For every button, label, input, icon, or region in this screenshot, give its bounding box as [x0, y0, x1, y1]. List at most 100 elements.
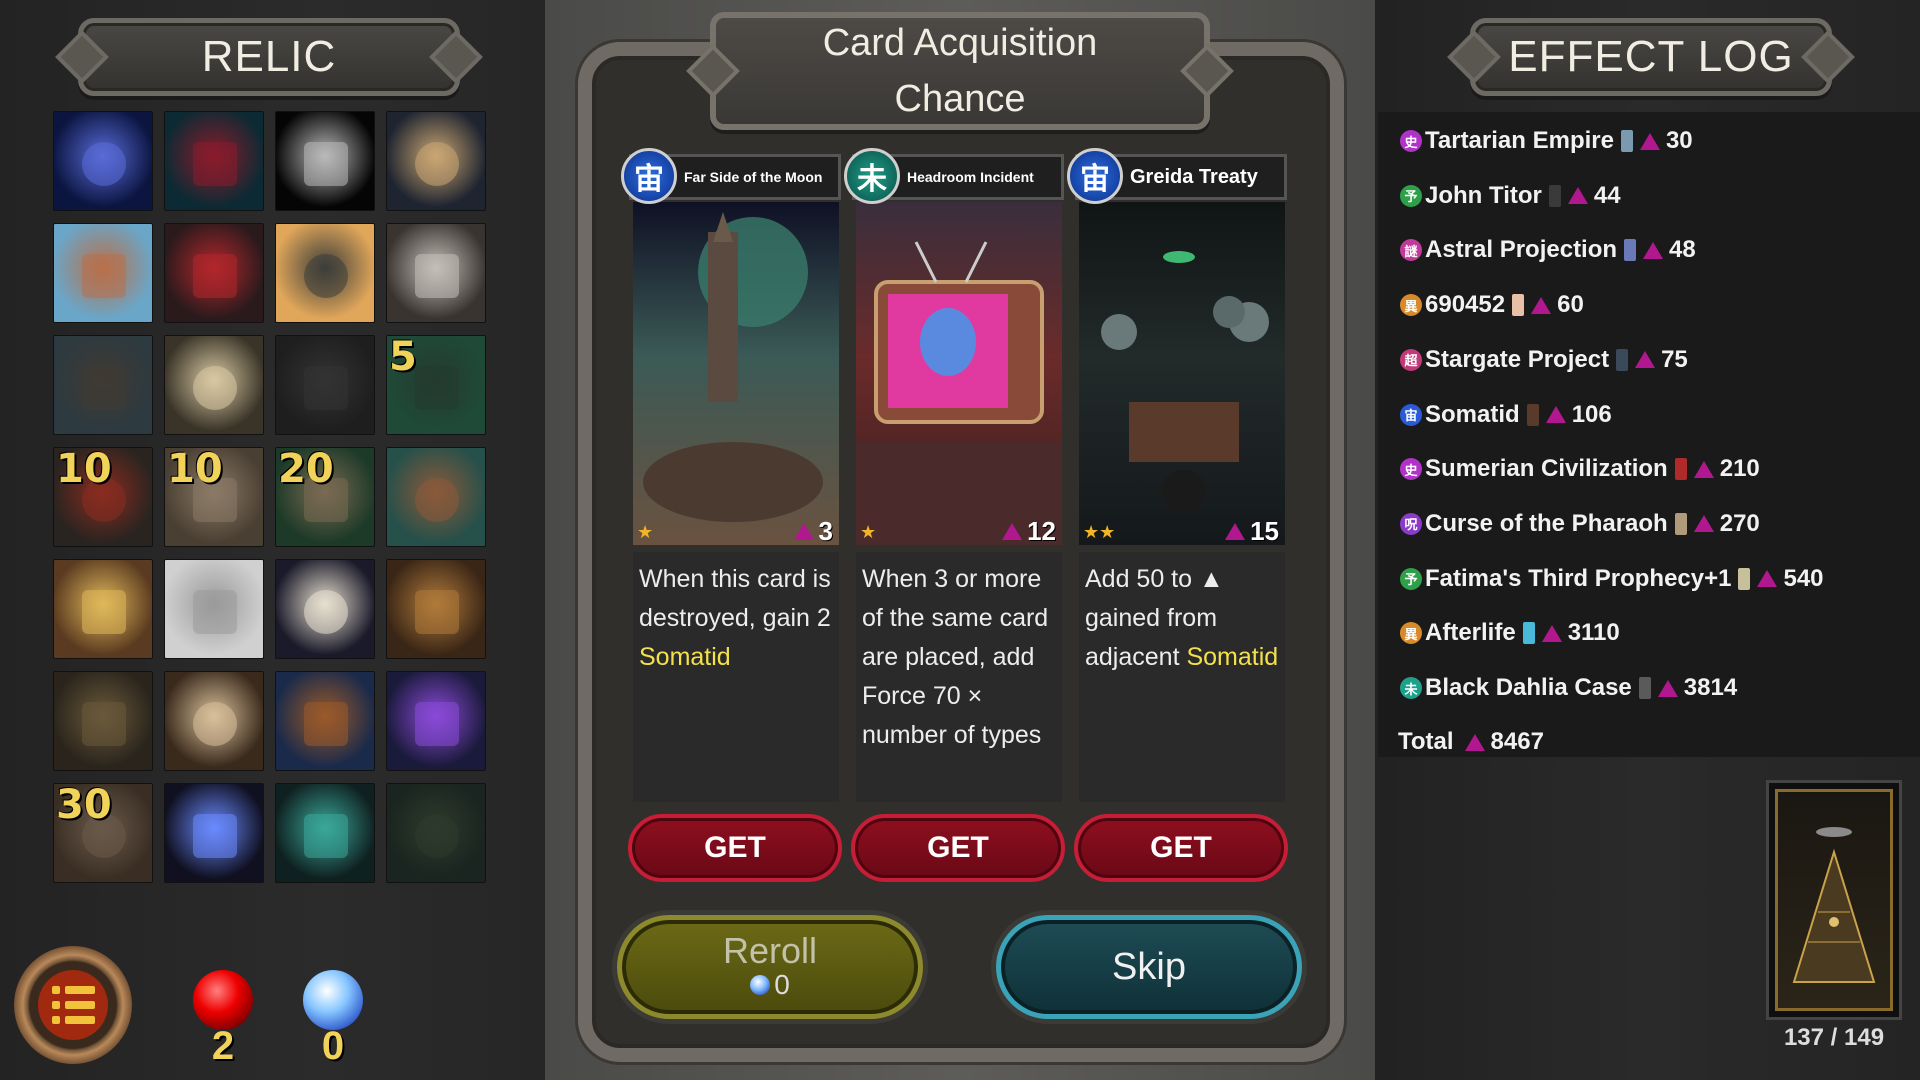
lightning-orb-relic-image [193, 814, 237, 858]
wooden-box-relic[interactable] [386, 559, 486, 659]
effect-log-entry: 呪 Curse of the Pharaoh 270 [1400, 504, 1760, 544]
category-icon: 予 [1400, 567, 1422, 590]
card-category-icon: 宙 [621, 148, 677, 204]
effect-name: Curse of the Pharaoh [1425, 509, 1668, 537]
scroll-relic[interactable] [164, 671, 264, 771]
parchment-relic-image [193, 366, 237, 410]
get-card-button[interactable]: GET [628, 814, 842, 882]
mooon-rock-relic[interactable] [164, 223, 264, 323]
girl-relic[interactable] [275, 559, 375, 659]
reroll-button[interactable]: Reroll 0 [617, 915, 923, 1019]
frog-box-relic[interactable] [53, 559, 153, 659]
camera-relic[interactable]: 30 [53, 783, 153, 883]
card-thumbnail-icon [1624, 239, 1637, 262]
relic-stack-count: 30 [56, 783, 112, 828]
serpent-relic[interactable] [386, 111, 486, 211]
altar-relic[interactable] [386, 223, 486, 323]
acquisition-title-line2: Chance [894, 78, 1026, 120]
metro-ticket-relic[interactable] [164, 559, 264, 659]
card-thumbnail-icon [1522, 622, 1535, 645]
category-icon: 異 [1400, 294, 1422, 317]
force-icon [793, 523, 814, 540]
effect-value: 3814 [1683, 674, 1738, 701]
category-icon: 呪 [1400, 512, 1422, 535]
lightning-orb-relic[interactable] [164, 783, 264, 883]
effect-name: Fatima's Third Prophecy+1 [1425, 564, 1732, 592]
card-name: Far Side of the Moon [684, 169, 823, 185]
card-choice[interactable]: 宙 Far Side of the Moon ★ 3 When this car… [621, 148, 841, 807]
menu-button[interactable] [14, 946, 132, 1064]
force-icon [1567, 187, 1588, 205]
vortex-relic[interactable] [386, 671, 486, 771]
force-icon [1657, 679, 1678, 697]
reroll-cost-value: 0 [774, 969, 790, 1000]
mooon-rock-relic-image [193, 254, 237, 298]
red-button-relic-image [304, 366, 348, 410]
effect-value: 270 [1719, 509, 1760, 537]
card-cost-value: 3 [818, 516, 833, 546]
card-description-text: When this card is destroyed, gain 2 [639, 565, 831, 632]
card-art [856, 202, 1062, 545]
force-icon [1635, 351, 1656, 369]
effect-value: 3110 [1567, 619, 1620, 647]
ruins-relic-image [304, 254, 348, 298]
card-art [633, 202, 839, 545]
effect-name: Stargate Project [1425, 345, 1610, 373]
effect-name: 690452 [1425, 291, 1506, 319]
card-choice[interactable]: 宙 Greida Treaty ★★ 15 Add 50 to ▲ gained… [1067, 148, 1287, 807]
effect-name: Somatid [1425, 400, 1520, 428]
get-card-button[interactable]: GET [851, 814, 1065, 882]
tesla-coil-relic[interactable] [53, 111, 153, 211]
card-category-icon: 未 [844, 148, 900, 204]
total-label: Total [1398, 728, 1454, 755]
effect-log-entry: 予 John Titor 44 [1400, 176, 1621, 216]
stone-disk-relic[interactable]: 10 [164, 447, 264, 547]
force-icon [1643, 241, 1664, 259]
brain-relic[interactable] [275, 783, 375, 883]
boulder-relic[interactable]: 20 [275, 447, 375, 547]
deck-count: 137 / 149 [1783, 1024, 1885, 1051]
card-description-text: When 3 or more of the same card are plac… [862, 565, 1049, 749]
cabinet-relic[interactable] [275, 671, 375, 771]
card-thumbnail-icon [1548, 184, 1561, 207]
severed-relic-image [415, 366, 459, 410]
bloody-knife-relic[interactable] [275, 111, 375, 211]
effect-name: Black Dahlia Case [1425, 674, 1632, 701]
get-card-button[interactable]: GET [1074, 814, 1288, 882]
red-lamp-relic[interactable] [164, 111, 264, 211]
card-cost-value: 15 [1250, 516, 1279, 546]
keyboard-relic[interactable] [53, 671, 153, 771]
category-icon: 宙 [1400, 403, 1422, 426]
effect-log-title-banner: EFFECT LOG [1470, 18, 1832, 96]
banner-relic[interactable] [386, 447, 486, 547]
banner-relic-image [415, 478, 459, 522]
effect-log-total: Total 8467 [1398, 722, 1544, 762]
effect-name: John Titor [1425, 181, 1542, 209]
crater-relic[interactable] [53, 223, 153, 323]
scroll-relic-image [193, 702, 237, 746]
effect-value: 30 [1665, 127, 1693, 154]
skip-button[interactable]: Skip [996, 915, 1302, 1019]
parchment-relic[interactable] [164, 335, 264, 435]
keyboard-relic-image [82, 702, 126, 746]
vhs-tape-relic[interactable] [53, 335, 153, 435]
effect-log-entry: 史 Tartarian Empire 30 [1400, 121, 1693, 161]
card-art [1079, 202, 1285, 545]
cabinet-relic-image [304, 702, 348, 746]
frog-box-relic-image [82, 590, 126, 634]
card-description: When this card is destroyed, gain 2 Soma… [633, 552, 839, 802]
deck-card-back [1775, 789, 1893, 1011]
card-choice[interactable]: 未 Headroom Incident ★ 12 When 3 or more … [844, 148, 1064, 807]
card-thumbnail-icon [1526, 403, 1539, 426]
list-icon [38, 970, 108, 1040]
force-icon [1531, 296, 1552, 314]
severed-relic[interactable]: 5 [386, 335, 486, 435]
red-button-relic[interactable] [275, 335, 375, 435]
eye-relic[interactable] [386, 783, 486, 883]
card-thumbnail-icon [1674, 458, 1687, 481]
ruins-relic[interactable] [275, 223, 375, 323]
category-icon: 史 [1400, 458, 1422, 481]
red-orb-icon [193, 970, 253, 1030]
deck-pile[interactable] [1766, 780, 1902, 1020]
radio-relic[interactable]: 10 [53, 447, 153, 547]
